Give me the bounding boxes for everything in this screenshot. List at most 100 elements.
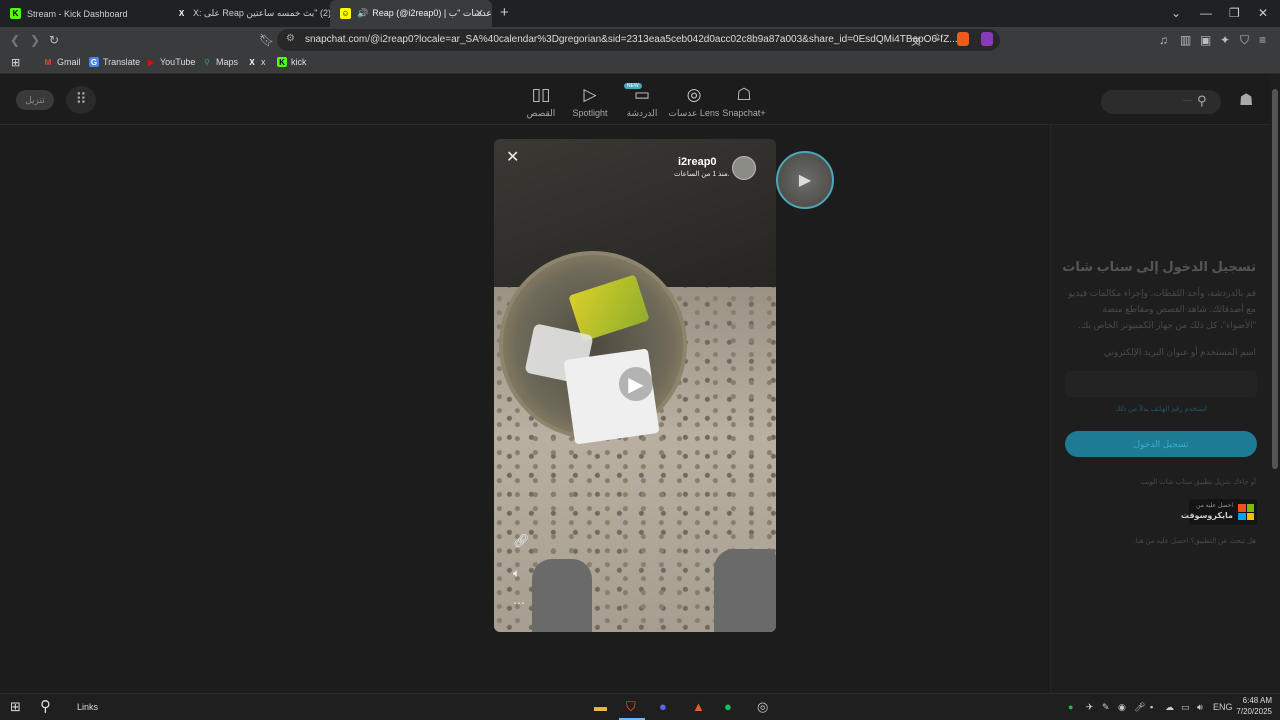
clock-time[interactable]: 6:48 AM [1238,696,1272,705]
bookmark-label: x [261,57,266,67]
taskbar: ⊞ ⚲ Links ▬ ⛉ ● ▲ ● ◎ ● ✈ ✎ ◉ 🎤︎ ▪ ☁ ▭ 🔊… [0,693,1280,720]
gmail-icon: M [44,57,52,67]
wallet-icon[interactable]: ▣ [1200,33,1211,47]
bookmark-icon[interactable]: 🔖︎ [259,33,274,47]
story-time: منذ 1 من الساعات. [674,171,730,178]
more-icon[interactable]: ⋯ [513,596,525,610]
microsoft-logo-icon [1238,504,1254,520]
bookmark-translate[interactable]: G Translate [89,57,140,67]
tray-icon[interactable]: ☁ [1165,702,1174,713]
music-icon[interactable]: ♫ [1159,33,1168,47]
bookmark-label: kick [291,57,307,67]
spotify-tray-icon[interactable]: ● [1068,702,1073,712]
leo-ai-icon[interactable]: ✦ [1220,33,1230,47]
kick-icon: K [10,8,21,19]
apps-grid-icon[interactable]: ⠿ [66,86,96,114]
close-tab-icon[interactable]: ✕ [475,7,484,20]
tab-x-post[interactable]: X X: على Reap ؟ (2) "بث خمسه ساعتين" [166,0,330,27]
tray-icon[interactable]: ◉ [1118,702,1126,713]
tab-snapchat[interactable]: ☺ 🔊 Reap (@i2reap0) | عدسات "ب" ✕ [330,0,492,27]
back-icon[interactable]: ❮ [10,33,20,47]
bookmark-youtube[interactable]: ▶ YouTube [146,57,195,67]
brave-shields-icon[interactable] [957,32,969,46]
scrollbar-thumb[interactable] [1272,89,1278,469]
apps-grid-icon[interactable]: ⊞ [11,56,20,69]
microsoft-store-badge[interactable]: احصل عليه من مايكروسوفت [1181,499,1257,525]
bookmark-maps[interactable]: ⚲ Maps [202,57,238,67]
spotify-icon[interactable]: ● [724,699,732,714]
x-icon: X [178,9,185,18]
login-description: قم بالدردشة، وأخذ اللقطات، وإجراء مكالما… [1068,288,1256,330]
search-input[interactable]: ⚲ — [1101,90,1221,114]
download-text: أو جاءك بتنزيل تطبيق سناب شات الويب [1140,479,1256,486]
mute-icon[interactable]: 🔈︎ [513,566,520,581]
story-username[interactable]: i2reap0 [678,156,717,168]
new-tab-icon[interactable]: + [500,4,509,21]
reload-icon[interactable]: ↻ [49,33,59,47]
volume-icon[interactable]: 🔊︎ [1197,702,1203,713]
menu-icon[interactable]: ≡ [1259,33,1266,47]
obs-icon[interactable]: ◎ [757,699,768,715]
avatar[interactable] [732,156,756,180]
maps-icon: ⚲ [204,57,210,67]
login-button[interactable]: تسجيل الدخول [1065,431,1257,457]
username-field[interactable] [1065,371,1257,397]
nav-label: Snapchat+ [722,108,766,118]
close-icon[interactable]: ✕ [506,147,519,167]
audio-icon: 🔊 [357,8,369,18]
chevron-down-icon[interactable]: ⌄ [1171,6,1181,20]
bookmark-x[interactable]: Xx [247,57,266,67]
app-icon[interactable]: ▲ [692,699,705,714]
links-toolbar[interactable]: Links [77,702,98,712]
file-explorer-icon[interactable]: ▬ [594,699,607,714]
next-story-thumbnail[interactable]: ▶ [776,151,834,209]
play-icon[interactable]: ▶ [619,367,653,401]
tray-icon[interactable]: ✎ [1102,702,1110,713]
vpn-icon[interactable]: ⛉ [1240,33,1249,48]
address-bar[interactable]: ⚙ snapchat.com/@i2reap0?locale=ar_SA%40c… [277,29,1000,51]
close-window-icon[interactable]: ✕ [1258,6,1268,20]
snapchat-page: تنزيل ⠿ ▯▯ القصص ▷ Spotlight NEW ▭ الدرد… [0,75,1270,693]
translate-icon[interactable]: 文 [911,33,921,48]
story-video[interactable]: ✕ i2reap0 منذ 1 من الساعات. ▶ 🔗︎ 🔈︎ ⋯ [494,139,776,632]
language-indicator[interactable]: ENG [1213,702,1233,712]
share-icon[interactable]: ⇪ [933,33,941,44]
download-button[interactable]: تنزيل [16,90,54,110]
bookmark-gmail[interactable]: M Gmail [43,57,81,67]
video-foot [714,549,776,632]
ghost-plus-icon: ☖ [736,85,752,104]
tray-icon[interactable]: ▪ [1150,702,1153,712]
clock-date[interactable]: 7/20/2025 [1236,707,1272,716]
bookmark-label: YouTube [160,57,196,67]
discord-icon[interactable]: ● [659,699,667,714]
forward-icon[interactable]: ❯ [30,33,40,47]
scrollbar[interactable] [1270,75,1280,693]
bookmark-label: Maps [216,57,239,67]
snapchat-icon: ☺ [340,8,351,19]
minimize-icon[interactable]: — [1200,6,1212,20]
windows-start-icon[interactable]: ⊞ [10,699,21,715]
bookmark-label: Translate [103,57,141,67]
tab-title: X: على Reap ؟ (2) "بث خمسه ساعتين" [193,8,330,18]
microphone-icon[interactable]: 🎤︎ [1134,702,1145,713]
snapchat-ghost-icon[interactable]: ☗ [1239,90,1253,110]
youtube-icon: ▶ [147,57,155,67]
sidebar-icon[interactable]: ▥ [1180,33,1191,47]
tab-kick-dashboard[interactable]: K Stream - Kick Dashboard [0,0,165,27]
help-text[interactable]: هل تبحث عن التطبيق؟ احصل عليه من هنا. [1134,537,1256,545]
badge-line2: مايكروسوفت [1180,511,1233,520]
bookmark-label: Gmail [57,57,81,67]
site-settings-icon[interactable]: ⚙ [286,33,295,44]
login-panel: تسجيل الدخول إلى سناب شات قم بالدردشة، و… [1050,125,1270,693]
phone-link[interactable]: استخدم رقم الهاتف بدلاً من ذلك [1065,405,1257,413]
bookmark-kick[interactable]: Kkick [277,57,307,67]
restore-icon[interactable]: ❐ [1229,6,1240,20]
nav-snapchat-plus[interactable]: ☖ Snapchat+ [709,85,779,118]
link-icon[interactable]: 🔗︎ [513,533,530,549]
tray-icon[interactable]: ✈ [1086,702,1094,713]
play-icon: ▶ [798,172,812,189]
brave-icon[interactable]: ⛉ [626,699,636,715]
network-icon[interactable]: ▭ [1181,702,1190,713]
search-icon[interactable]: ⚲ [40,697,51,715]
brave-rewards-icon[interactable] [981,32,993,46]
